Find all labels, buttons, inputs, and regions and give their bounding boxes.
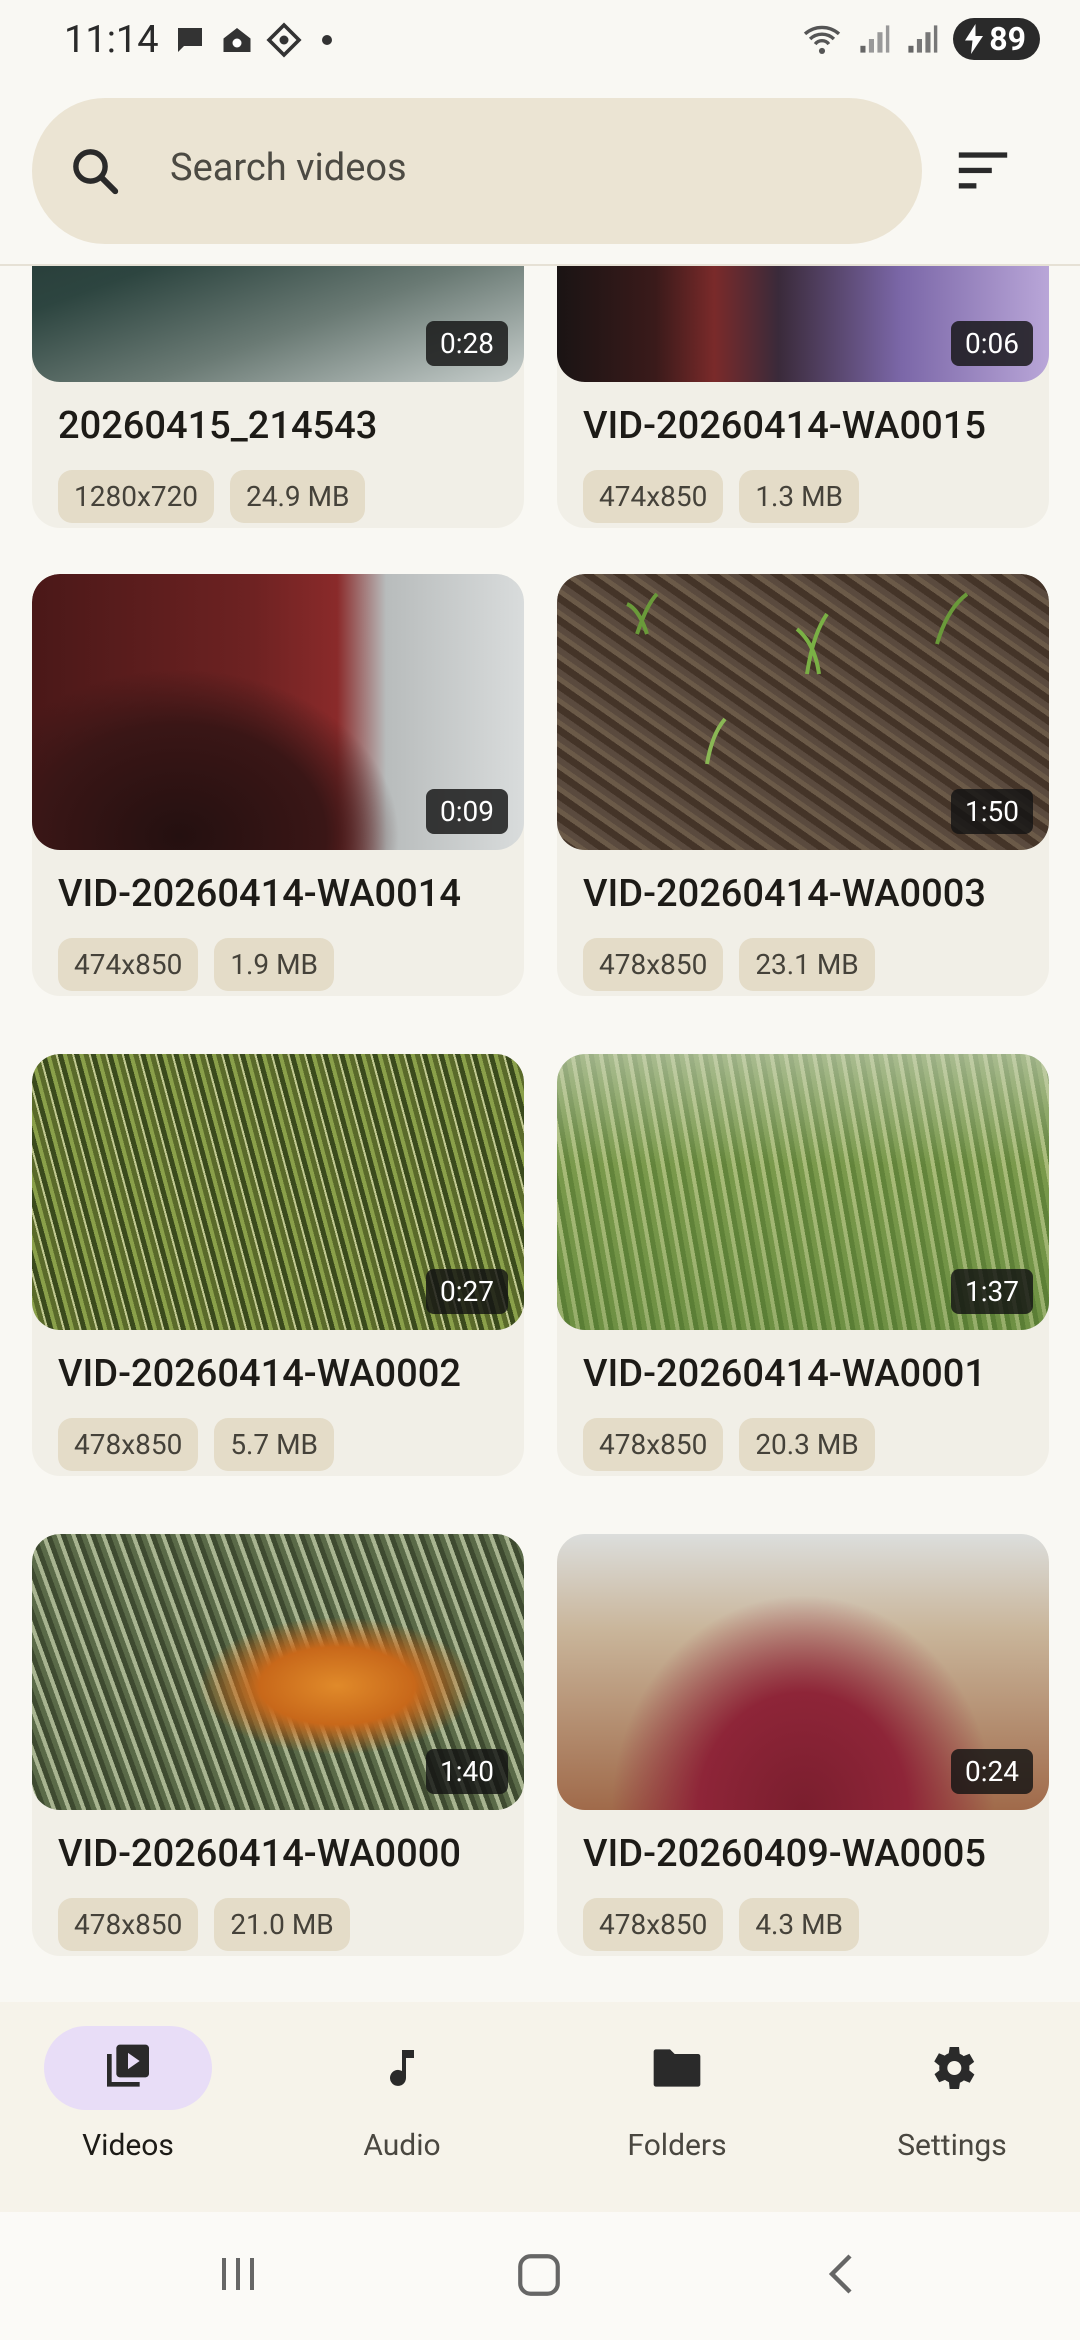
notification-icons	[172, 22, 332, 58]
nav-settings-pill	[868, 2026, 1036, 2110]
size-chip: 21.0 MB	[214, 1898, 350, 1951]
video-thumbnail: 1:37	[557, 1054, 1049, 1330]
video-title: VID-20260409-WA0005	[583, 1832, 986, 1876]
duration-badge: 1:40	[426, 1749, 508, 1794]
resolution-chip: 478x850	[583, 1898, 724, 1951]
home-button-icon[interactable]	[514, 2250, 564, 2300]
gear-icon	[934, 2047, 975, 2089]
nav-folders[interactable]: Folders	[557, 2026, 797, 2186]
duration-badge: 0:24	[951, 1749, 1033, 1794]
video-card[interactable]: 0:27 VID-20260414-WA0002 478x850 5.7 MB	[32, 1054, 524, 1476]
nav-folders-pill	[593, 2026, 761, 2110]
bottom-navigation: Videos Audio Folders Settings	[0, 2002, 1080, 2212]
search-icon	[73, 149, 119, 195]
size-chip: 24.9 MB	[230, 470, 366, 523]
search-bar[interactable]: Search videos	[32, 98, 922, 244]
nav-videos-pill	[44, 2026, 212, 2110]
size-chip: 20.3 MB	[739, 1418, 875, 1471]
recent-apps-icon[interactable]	[214, 2250, 262, 2298]
duration-badge: 1:37	[951, 1269, 1033, 1314]
video-title: VID-20260414-WA0014	[58, 872, 461, 916]
size-chip: 1.9 MB	[214, 938, 335, 991]
status-time: 11:14	[64, 18, 159, 62]
sort-icon[interactable]	[956, 148, 1010, 192]
duration-badge: 0:09	[426, 789, 508, 834]
video-card[interactable]: 0:28 20260415_214543 1280x720 24.9 MB	[32, 266, 524, 528]
video-card[interactable]: 1:37 VID-20260414-WA0001 478x850 20.3 MB	[557, 1054, 1049, 1476]
resolution-chip: 478x850	[583, 938, 724, 991]
resolution-chip: 474x850	[583, 470, 724, 523]
video-thumbnail: 1:50	[557, 574, 1049, 850]
duration-badge: 0:28	[426, 321, 508, 366]
resolution-chip: 474x850	[58, 938, 199, 991]
signal-icon-1	[860, 25, 890, 53]
battery-level: 89	[989, 20, 1026, 58]
video-card[interactable]: 1:40 VID-20260414-WA0000 478x850 21.0 MB	[32, 1534, 524, 1956]
duration-badge: 1:50	[951, 789, 1033, 834]
video-title: VID-20260414-WA0000	[58, 1832, 461, 1876]
diamond-app-icon	[266, 22, 302, 58]
video-title: VID-20260414-WA0003	[583, 872, 986, 916]
video-card[interactable]: 0:06 VID-20260414-WA0015 474x850 1.3 MB	[557, 266, 1049, 528]
charging-bolt-icon	[965, 24, 984, 54]
signal-icon-2	[908, 25, 938, 53]
nav-audio-pill	[318, 2026, 486, 2110]
size-chip: 23.1 MB	[739, 938, 875, 991]
resolution-chip: 478x850	[58, 1898, 199, 1951]
home-sync-icon	[223, 28, 251, 52]
nav-settings-label: Settings	[897, 2128, 1007, 2163]
video-thumbnail: 0:24	[557, 1534, 1049, 1810]
resolution-chip: 478x850	[583, 1418, 724, 1471]
music-note-icon	[390, 2050, 414, 2086]
video-grid: 0:28 20260415_214543 1280x720 24.9 MB 0:…	[0, 266, 1080, 2002]
duration-badge: 0:27	[426, 1269, 508, 1314]
nav-settings[interactable]: Settings	[832, 2026, 1072, 2186]
video-library-icon	[107, 2044, 149, 2087]
video-title: VID-20260414-WA0015	[583, 404, 986, 448]
nav-audio-label: Audio	[363, 2128, 441, 2163]
battery-indicator: 89	[953, 18, 1040, 60]
chat-bubble-icon	[178, 28, 202, 52]
video-thumbnail: 0:27	[32, 1054, 524, 1330]
more-notifications-dot-icon	[322, 35, 332, 45]
folder-icon	[653, 2049, 701, 2087]
size-chip: 5.7 MB	[214, 1418, 335, 1471]
wifi-icon	[804, 25, 841, 54]
resolution-chip: 1280x720	[58, 470, 215, 523]
nav-folders-label: Folders	[627, 2128, 727, 2163]
duration-badge: 0:06	[951, 321, 1033, 366]
back-icon[interactable]	[818, 2250, 866, 2298]
video-card[interactable]: 0:09 VID-20260414-WA0014 474x850 1.9 MB	[32, 574, 524, 996]
nav-videos[interactable]: Videos	[8, 2026, 248, 2186]
video-thumbnail: 0:28	[32, 266, 524, 382]
video-title: VID-20260414-WA0001	[583, 1352, 986, 1396]
search-input[interactable]: Search videos	[170, 146, 407, 190]
video-card[interactable]: 1:50 VID-20260414-WA0003 478x850 23.1 MB	[557, 574, 1049, 996]
video-thumbnail: 0:06	[557, 266, 1049, 382]
nav-audio[interactable]: Audio	[282, 2026, 522, 2186]
size-chip: 4.3 MB	[739, 1898, 860, 1951]
video-thumbnail: 0:09	[32, 574, 524, 850]
system-navigation-bar	[0, 2212, 1080, 2340]
video-card[interactable]: 0:24 VID-20260409-WA0005 478x850 4.3 MB	[557, 1534, 1049, 1956]
resolution-chip: 478x850	[58, 1418, 199, 1471]
size-chip: 1.3 MB	[739, 470, 860, 523]
nav-videos-label: Videos	[82, 2128, 174, 2163]
status-bar: 11:14 89	[0, 0, 1080, 84]
video-title: 20260415_214543	[58, 404, 378, 448]
video-thumbnail: 1:40	[32, 1534, 524, 1810]
status-right: 89	[801, 18, 1040, 60]
video-title: VID-20260414-WA0002	[58, 1352, 461, 1396]
